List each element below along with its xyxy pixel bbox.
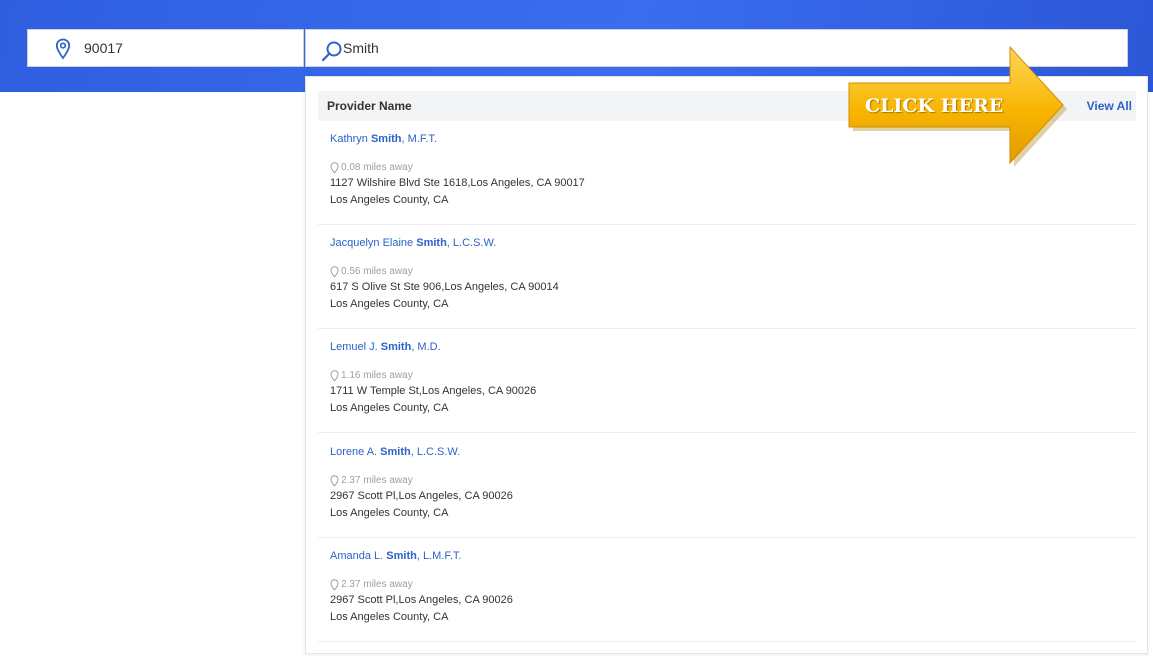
- county-text: Los Angeles County, CA: [330, 611, 449, 623]
- address-text: 1127 Wilshire Blvd Ste 1618,Los Angeles,…: [330, 177, 585, 189]
- distance-text: 1.16 miles away: [341, 370, 413, 381]
- address-text: 1711 W Temple St,Los Angeles, CA 90026: [330, 385, 537, 397]
- result-item[interactable]: Lorene A. Smith, L.C.S.W. 2.37 miles awa…: [318, 434, 1136, 538]
- address-text: 2967 Scott Pl,Los Angeles, CA 90026: [330, 594, 513, 606]
- distance-text: 2.37 miles away: [341, 475, 413, 486]
- map-pin-icon: [330, 266, 339, 278]
- address-text: 2967 Scott Pl,Los Angeles, CA 90026: [330, 490, 513, 502]
- search-icon: [321, 41, 342, 61]
- map-pin-icon: [330, 162, 339, 174]
- result-item[interactable]: Amanda L. Smith, L.M.F.T. 2.37 miles awa…: [318, 538, 1136, 642]
- search-input-value: Smith: [343, 40, 379, 56]
- address-text: 617 S Olive St Ste 906,Los Angeles, CA 9…: [330, 281, 559, 293]
- county-text: Los Angeles County, CA: [330, 298, 449, 310]
- provider-name-link[interactable]: Jacquelyn Elaine Smith, L.C.S.W.: [330, 237, 496, 249]
- county-text: Los Angeles County, CA: [330, 507, 449, 519]
- county-text: Los Angeles County, CA: [330, 194, 449, 206]
- result-item[interactable]: Lemuel J. Smith, M.D. 1.16 miles away 17…: [318, 329, 1136, 433]
- callout-label: CLICK HERE: [865, 95, 1004, 117]
- location-input[interactable]: 90017: [27, 29, 304, 67]
- county-text: Los Angeles County, CA: [330, 402, 449, 414]
- map-pin-icon: [330, 370, 339, 382]
- click-here-callout: CLICK HERE: [845, 45, 1070, 170]
- location-pin-icon: [55, 38, 71, 60]
- view-all-link[interactable]: View All: [1087, 99, 1132, 113]
- column-header-provider-name: Provider Name: [327, 99, 412, 113]
- distance-text: 0.56 miles away: [341, 266, 413, 277]
- location-input-value: 90017: [84, 40, 123, 56]
- provider-name-link[interactable]: Lorene A. Smith, L.C.S.W.: [330, 446, 460, 458]
- map-pin-icon: [330, 579, 339, 591]
- distance-text: 2.37 miles away: [341, 579, 413, 590]
- provider-name-link[interactable]: Kathryn Smith, M.F.T.: [330, 133, 437, 145]
- result-item[interactable]: Jacquelyn Elaine Smith, L.C.S.W. 0.56 mi…: [318, 225, 1136, 329]
- provider-name-link[interactable]: Amanda L. Smith, L.M.F.T.: [330, 550, 461, 562]
- provider-name-link[interactable]: Lemuel J. Smith, M.D.: [330, 341, 441, 353]
- distance-text: 0.08 miles away: [341, 162, 413, 173]
- map-pin-icon: [330, 475, 339, 487]
